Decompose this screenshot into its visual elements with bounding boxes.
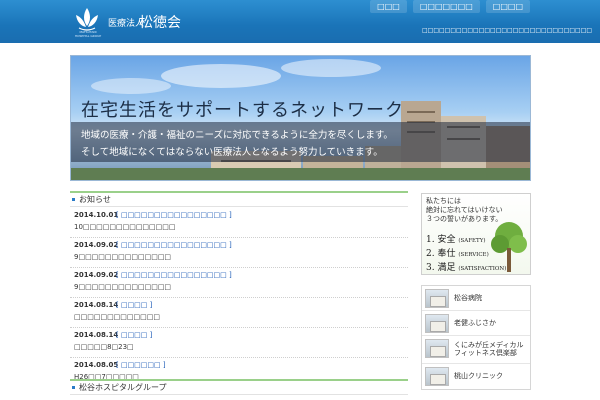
facility-link-roken-fujisaka[interactable]: 老健ふじさか [422, 311, 530, 336]
news-category-link[interactable]: [ □□□□ ] [116, 331, 152, 339]
news-title[interactable]: 9□□□□□□□□□□□□□□ [74, 283, 171, 291]
group-heading-label: 松谷ホスピタルグループ [79, 383, 167, 392]
news-category-link[interactable]: [ □□□□□□□□□□□□□□□□ ] [116, 211, 232, 219]
facility-photo [425, 314, 449, 333]
vow-service: 2. 奉仕 (SERVICE) [426, 246, 489, 259]
hero-banner: 在宅生活をサポートするネットワーク 地域の医療・介護・福祉のニーズに対応できるよ… [70, 55, 531, 181]
news-date: 2014.08.14 [74, 301, 119, 309]
news-date: 2014.08.14 [74, 331, 119, 339]
banner-caption-band: 地域の医療・介護・福祉のニーズに対応できるように全力を尽くします。 そして地域に… [71, 122, 530, 162]
news-category-link[interactable]: [ □□□□□□□□□□□□□□□□ ] [116, 241, 232, 249]
news-date: 2014.10.01 [74, 211, 119, 219]
news-item: 2014.10.01 [ □□□□□□□□□□□□□□□□ ] 10□□□□□□… [70, 208, 408, 238]
vow-label: 1. 安全 [426, 235, 456, 245]
vow-english: (SATISFACTION) [458, 266, 507, 272]
vows-intro-line: 私たちには [426, 197, 461, 205]
facility-link-momoyama-clinic[interactable]: 桃山クリニック [422, 364, 530, 389]
group-heading: 松谷ホスピタルグループ [70, 379, 408, 395]
vow-label: 3. 満足 [426, 263, 456, 273]
facility-label: 老健ふじさか [454, 319, 496, 327]
vows-intro-line: 絶対に忘れてはいけない [426, 206, 503, 214]
news-title[interactable]: 9□□□□□□□□□□□□□□ [74, 253, 171, 261]
facility-label: 桃山クリニック [454, 372, 503, 380]
news-item: 2014.08.14 [ □□□□ ] □□□□□□□□□□□□□ [70, 298, 408, 328]
news-category-link[interactable]: [ □□□□ ] [116, 301, 152, 309]
news-category-link[interactable]: [ □□□□□□ ] [116, 361, 166, 369]
news-title[interactable]: □□□□□□□□□□□□□ [74, 313, 160, 321]
news-category-link[interactable]: [ □□□□□□□□□□□□□□□□ ] [116, 271, 232, 279]
news-title[interactable]: □□□□□8□23□ [74, 343, 134, 351]
news-date: 2014.09.02 [74, 241, 119, 249]
news-item: 2014.09.02 [ □□□□□□□□□□□□□□□□ ] 9□□□□□□□… [70, 268, 408, 298]
nav-item-3[interactable]: □□□□ [485, 0, 530, 13]
three-vows-panel[interactable]: 私たちには 絶対に忘れてはいけない ３つの誓いがあります。 1. 安全 (SAF… [421, 193, 531, 275]
facility-label: 松谷病院 [454, 294, 482, 302]
facility-label: くにみが丘メディカル フィットネス倶楽部 [454, 341, 524, 357]
banner-line-2: そして地域になくてはならない医療法人となるよう努力していきます。 [81, 147, 383, 158]
header-info-text: □□□□□□□□□□□□□□□□□□□□□□□□□□□□□□□□□□ [422, 27, 592, 34]
vow-english: (SAFETY) [458, 238, 486, 244]
news-title[interactable]: 10□□□□□□□□□□□□□□ [74, 223, 176, 231]
facility-photo [425, 367, 449, 386]
news-list: 2014.10.01 [ □□□□□□□□□□□□□□□□ ] 10□□□□□□… [70, 208, 408, 388]
vow-english: (SERVICE) [458, 252, 489, 258]
news-item: 2014.08.14 [ □□□□ ] □□□□□8□23□ [70, 328, 408, 358]
news-heading: お知らせ [70, 191, 408, 207]
nav-item-1[interactable]: □□□ [370, 0, 407, 13]
news-item: 2014.09.02 [ □□□□□□□□□□□□□□□□ ] 9□□□□□□□… [70, 238, 408, 268]
banner-title: 在宅生活をサポートするネットワーク [81, 100, 404, 121]
vow-satisfaction: 3. 満足 (SATISFACTION) [426, 260, 506, 273]
vow-safety: 1. 安全 (SAFETY) [426, 232, 486, 245]
facility-photo [425, 339, 449, 358]
vow-label: 2. 奉仕 [426, 249, 456, 259]
facility-link-matsutani-hospital[interactable]: 松谷病院 [422, 286, 530, 311]
news-heading-label: お知らせ [79, 195, 111, 204]
facility-links: 松谷病院 老健ふじさか くにみが丘メディカル フィットネス倶楽部 桃山クリニック [421, 285, 531, 390]
top-nav: □□□ □□□□□□□ □□□□ [370, 0, 530, 13]
logo-subtitle: MATSUTANI HOSPITAL GROUP [74, 30, 102, 38]
news-date: 2014.08.05 [74, 361, 119, 369]
facility-link-fitness-club[interactable]: くにみが丘メディカル フィットネス倶楽部 [422, 336, 530, 364]
corporation-name[interactable]: 松徳会 [139, 12, 181, 32]
facility-photo [425, 289, 449, 308]
banner-line-1: 地域の医療・介護・福祉のニーズに対応できるように全力を尽くします。 [81, 130, 393, 141]
nav-item-2[interactable]: □□□□□□□ [412, 0, 480, 13]
news-date: 2014.09.02 [74, 271, 119, 279]
site-header: MATSUTANI HOSPITAL GROUP 医療法人 松徳会 □□□ □□… [0, 0, 600, 43]
